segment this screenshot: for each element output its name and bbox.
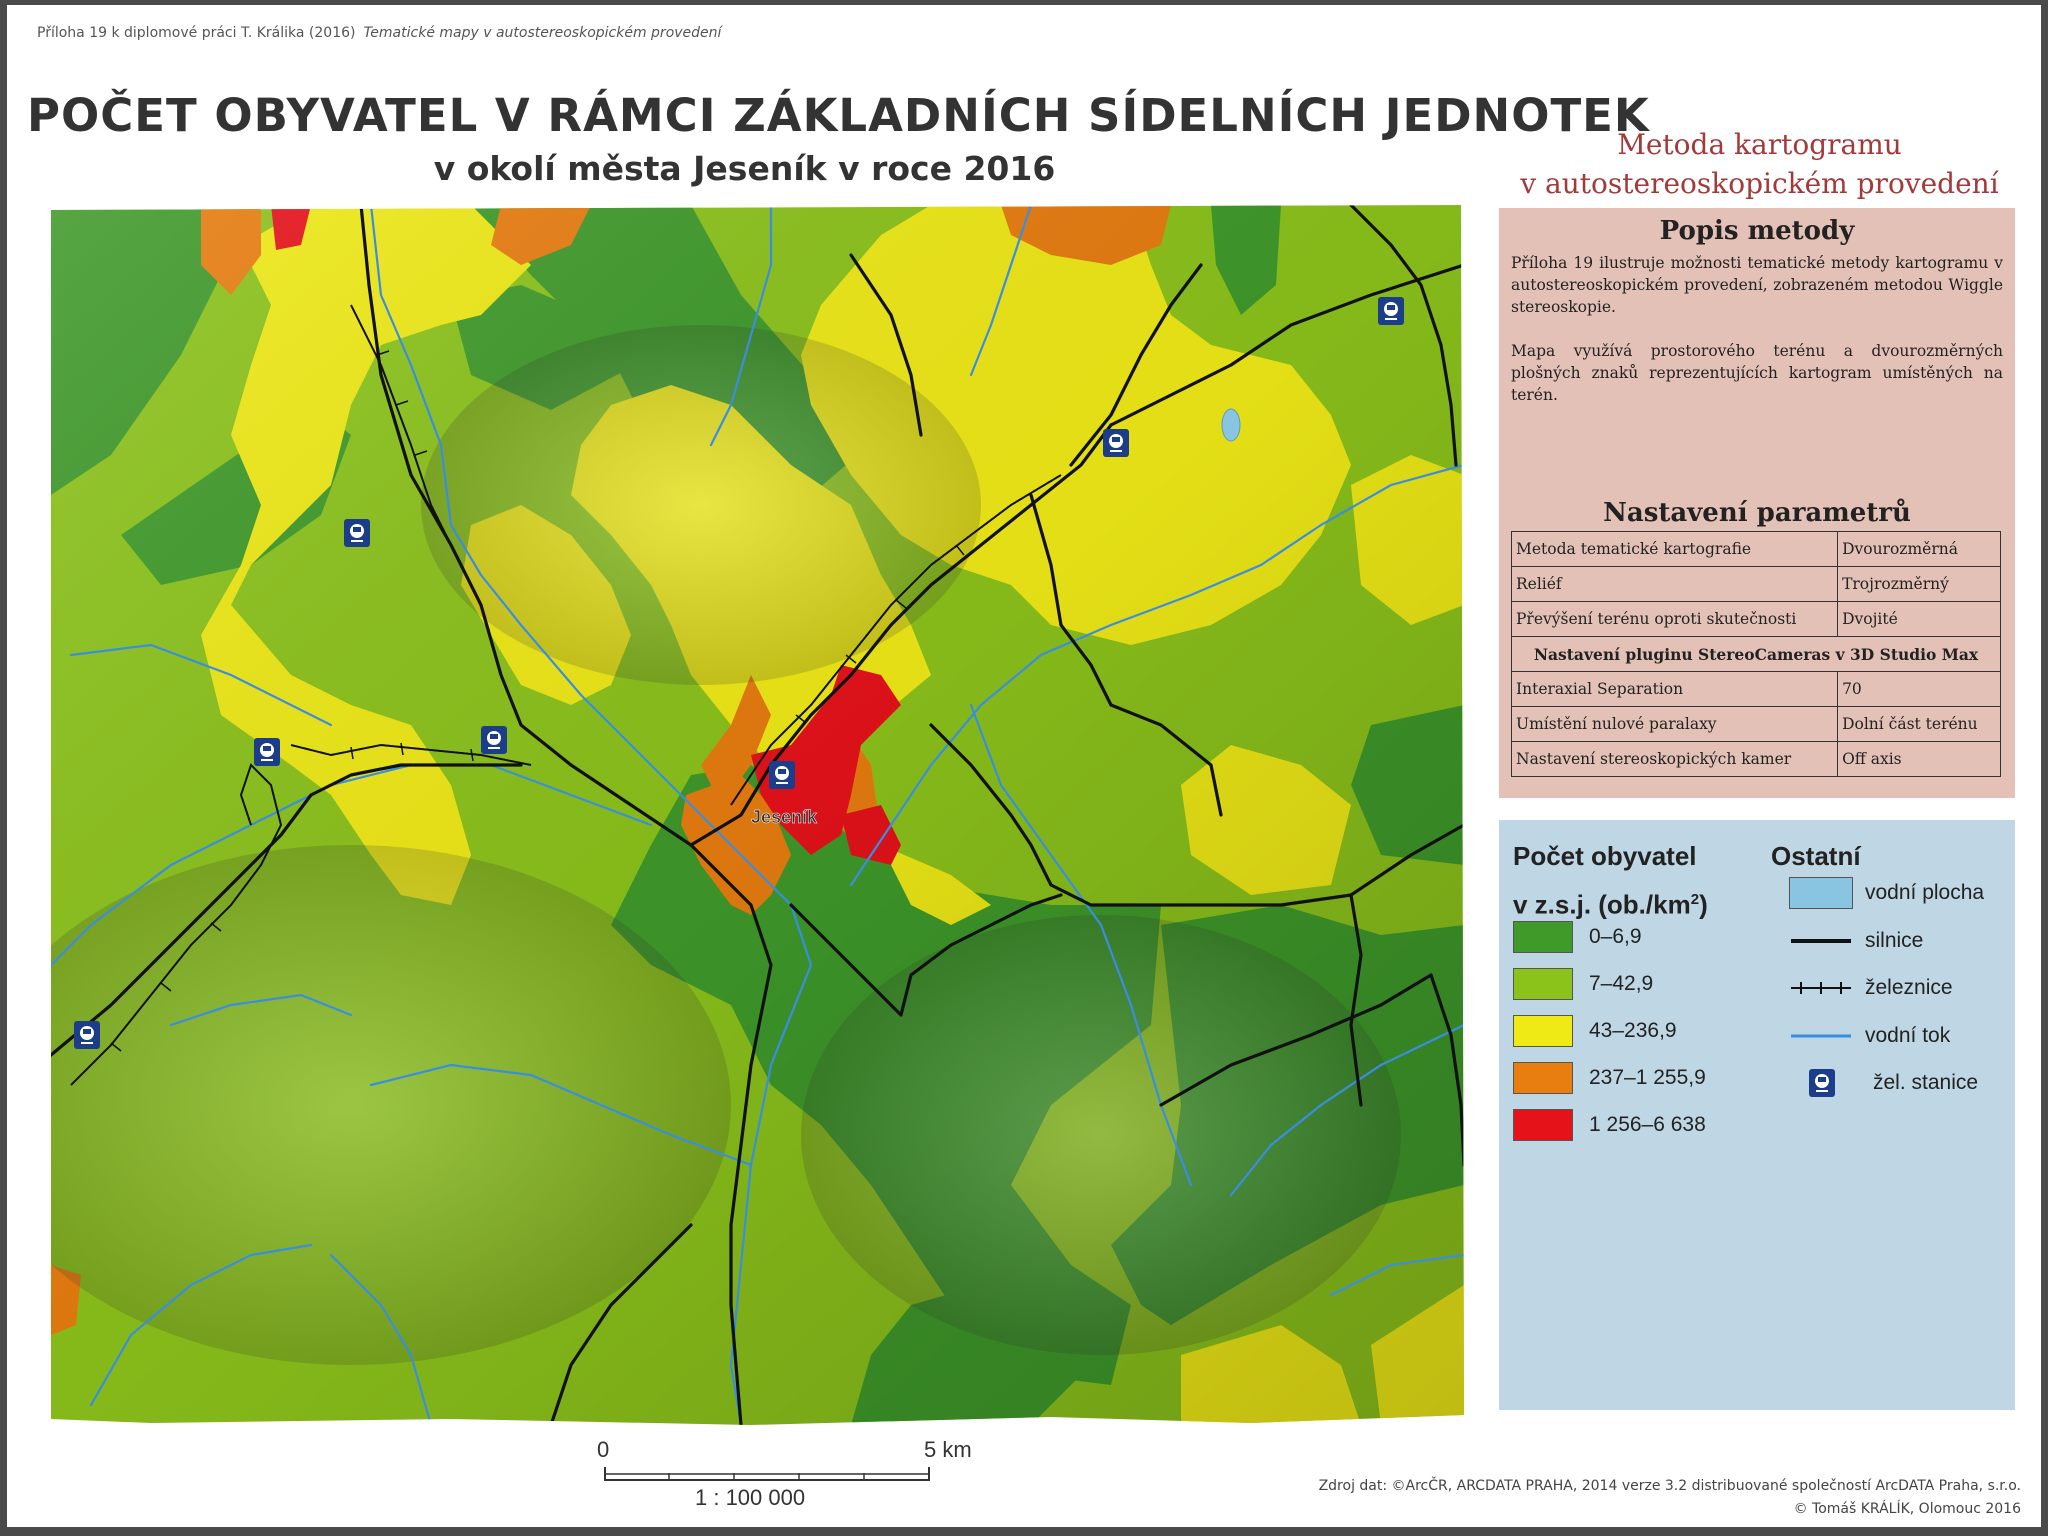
description-paragraph-1: Příloha 19 ilustruje možnosti tematické … [1511,254,2003,316]
table-row: Reliéf Trojrozměrný [1510,566,2001,602]
table-row: Umístění nulové paralaxy Dolní část teré… [1510,706,2001,742]
legend-class-label: 1 256–6 638 [1589,1113,1706,1136]
map-sheet: Příloha 19 k diplomové práci T. Králika … [7,5,2041,1527]
table-row: Nastavení pluginu StereoCameras v 3D Stu… [1511,636,2001,672]
railway-symbol [1791,982,1851,994]
legend-station-item: žel. stanice [1789,1066,1978,1100]
appendix-note-text: Příloha 19 k diplomové práci T. Králika … [37,25,356,41]
legend-class-label: 43–236,9 [1589,1019,1677,1042]
parameters-table: Metoda tematické kartografie Dvourozměrn… [1510,531,2001,777]
legend-other-title: Ostatní [1771,841,1861,871]
legend-class-item: 0–6,9 [1513,920,1642,954]
appendix-note: Příloha 19 k diplomové práci T. Králika … [37,25,721,41]
legend-swatch [1513,968,1573,1000]
legend-water-area-label: vodní plocha [1865,881,1985,904]
param-value: Off axis [1837,741,2001,777]
param-label: Metoda tematické kartografie [1510,531,1839,567]
water-area [1221,408,1241,442]
water-area-swatch [1789,877,1853,909]
table-row: Interaxial Separation 70 [1510,671,2001,707]
method-title-line2: v autostereoskopickém provedení [1520,167,1999,200]
legend-class-item: 7–42,9 [1513,967,1653,1001]
railway-station[interactable] [74,1021,100,1049]
table-row: Převýšení terénu oproti skutečnosti Dvoj… [1510,601,2001,637]
param-value: 70 [1837,671,2001,707]
legend-class-item: 237–1 255,9 [1513,1061,1706,1095]
legend-class-item: 1 256–6 638 [1513,1108,1706,1142]
legend-swatch [1513,1015,1573,1047]
railway-station[interactable] [1103,429,1129,457]
railway-station[interactable] [481,726,507,754]
scale-end-label: 5 km [924,1437,972,1462]
legend-population-title: Počet obyvatel v z.s.j. (ob./km2) [1513,834,1708,927]
table-row: Metoda tematické kartografie Dvourozměrn… [1510,531,2001,567]
legend-unit-end: ) [1699,889,1708,920]
param-value: Dvojité [1837,601,2001,637]
description-heading: Popis metody [1659,216,1855,246]
table-row: Nastavení stereoskopických kamer Off axi… [1510,741,2001,777]
data-source-note: Zdroj dat: ©ArcČR, ARCDATA PRAHA, 2014 v… [1318,1478,2021,1494]
legend-panel: Počet obyvatel v z.s.j. (ob./km2) Ostatn… [1499,820,2015,1410]
method-title-line1: Metoda kartogramu [1617,128,1902,161]
param-label: Reliéf [1510,566,1839,602]
town-label: Jeseník [751,807,818,827]
scale-ratio: 1 : 100 000 [695,1485,806,1510]
legend-class-item: 43–236,9 [1513,1014,1677,1048]
railway-station[interactable] [344,519,370,547]
plugin-heading: Nastavení pluginu StereoCameras v 3D Stu… [1511,636,2001,672]
legend-swatch [1513,1109,1573,1141]
map-title: POČET OBYVATEL V RÁMCI ZÁKLADNÍCH SÍDELN… [27,89,1650,142]
legend-road-item: silnice [1789,924,1923,958]
stream-symbol [1791,1034,1851,1038]
legend-population-title-line1: Počet obyvatel [1513,841,1697,871]
param-label: Interaxial Separation [1510,671,1839,707]
scale-bar: 0 5 km 1 : 100 000 [597,1437,997,1517]
description-paragraph-2: Mapa využívá prostorového terénu a dvour… [1511,342,2003,404]
legend-class-label: 237–1 255,9 [1589,1066,1706,1089]
legend-stream-item: vodní tok [1789,1019,1950,1053]
scale-start-label: 0 [597,1437,610,1462]
appendix-note-italic: Tematické mapy v autostereoskopickém pro… [363,25,722,41]
param-label: Umístění nulové paralaxy [1510,706,1839,742]
legend-stream-label: vodní tok [1865,1024,1951,1047]
railway-station[interactable] [1378,297,1404,325]
legend-class-label: 0–6,9 [1589,925,1642,948]
description-text: Příloha 19 ilustruje možnosti tematické … [1511,252,2003,406]
map-subtitle: v okolí města Jeseník v roce 2016 [433,149,1056,188]
legend-swatch [1513,1062,1573,1094]
scale-graphic [604,1467,930,1481]
map-canvas: Jeseník [51,205,1464,1425]
railway-station[interactable] [254,738,280,766]
param-value: Dolní část terénu [1837,706,2001,742]
parameters-heading: Nastavení parametrů [1603,498,1911,528]
legend-station-label: žel. stanice [1873,1071,1979,1094]
legend-class-label: 7–42,9 [1589,972,1654,995]
param-label: Převýšení terénu oproti skutečnosti [1510,601,1839,637]
method-title: Metoda kartogramu v autostereoskopickém … [1507,125,2012,203]
method-description-panel: Popis metody Příloha 19 ilustruje možnos… [1499,208,2015,798]
railway-station[interactable] [769,761,795,789]
legend-railway-label: železnice [1865,976,1953,999]
road-symbol [1791,939,1851,943]
param-label: Nastavení stereoskopických kamer [1510,741,1839,777]
param-value: Dvourozměrná [1837,531,2001,567]
param-value: Trojrozměrný [1837,566,2001,602]
train-station-icon [1809,1069,1835,1097]
legend-railway-item: železnice [1789,971,1953,1005]
legend-swatch [1513,921,1573,953]
hillshade-overlay [801,915,1401,1355]
legend-unit-text: v z.s.j. (ob./km [1513,889,1691,920]
choropleth-map[interactable]: Jeseník [51,205,1464,1425]
legend-road-label: silnice [1865,929,1924,952]
hillshade-overlay [421,325,981,685]
legend-unit-sup: 2 [1690,891,1700,908]
legend-water-area-item: vodní plocha [1789,876,1984,910]
copyright-note: © Tomáš KRÁLÍK, Olomouc 2016 [1793,1501,2021,1517]
